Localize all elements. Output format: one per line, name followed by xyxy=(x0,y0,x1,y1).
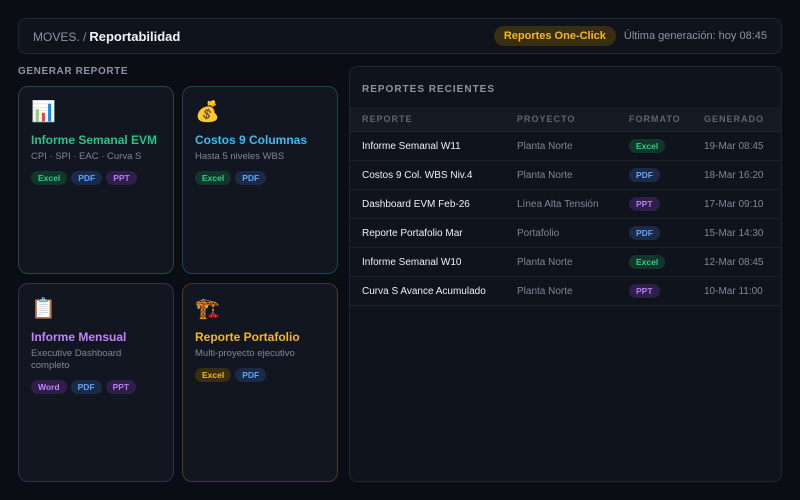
generated-time: 19-Mar 08:45 xyxy=(704,140,764,152)
format-tag-ppt[interactable]: PPT xyxy=(105,380,137,394)
table-row[interactable]: Costos 9 Col. WBS Niv.4 Planta Norte PDF… xyxy=(350,161,781,190)
project-name: Planta Norte xyxy=(517,169,573,181)
report-name: Dashboard EVM Feb-26 xyxy=(362,198,470,210)
format-cell: Excel xyxy=(629,132,666,160)
card-subtitle: Multi-proyecto ejecutivo xyxy=(195,348,295,359)
crane-icon: 🏗️ xyxy=(195,298,220,320)
format-tag-word[interactable]: Word xyxy=(31,380,67,394)
top-header: MOVES. / Reportabilidad Reportes One-Clic… xyxy=(18,18,782,54)
format-cell: Excel xyxy=(629,248,666,276)
generated-time: 15-Mar 14:30 xyxy=(704,227,764,239)
generate-card[interactable]: 📊 Informe Semanal EVM CPI · SPI · EAC · … xyxy=(18,86,174,274)
recent-reports-panel: REPORTES RECIENTES REPORTE PROYECTO FORM… xyxy=(349,66,782,482)
format-cell: PDF xyxy=(629,219,660,247)
column-header: FORMATO xyxy=(629,114,681,124)
column-header: GENERADO xyxy=(704,114,765,124)
report-name: Informe Semanal W10 xyxy=(362,256,462,268)
format-cell: PDF xyxy=(629,161,660,189)
project-name: Planta Norte xyxy=(517,256,573,268)
generated-time: 12-Mar 08:45 xyxy=(704,256,764,268)
format-tag-pdf[interactable]: PDF xyxy=(235,368,267,382)
format-tag-pdf[interactable]: PDF xyxy=(71,171,103,185)
table-header: REPORTE PROYECTO FORMATO GENERADO xyxy=(350,107,781,132)
clipboard-icon: 📋 xyxy=(31,298,56,320)
card-subtitle: Hasta 5 niveles WBS xyxy=(195,151,285,162)
table-row[interactable]: Informe Semanal W10 Planta Norte Excel 1… xyxy=(350,248,781,277)
report-name: Reporte Portafolio Mar xyxy=(362,227,463,239)
generate-card[interactable]: 💰 Costos 9 Columnas Hasta 5 niveles WBS … xyxy=(182,86,338,274)
project-name: Planta Norte xyxy=(517,140,573,152)
card-title: Reporte Portafolio xyxy=(195,330,300,344)
format-badge[interactable]: PDF xyxy=(629,226,660,240)
format-tag-pdf[interactable]: PDF xyxy=(235,171,267,185)
format-tag-ppt[interactable]: PPT xyxy=(106,171,137,185)
generated-time: 18-Mar 16:20 xyxy=(704,169,764,181)
format-tag-pdf[interactable]: PDF xyxy=(70,380,102,394)
project-name: Portafolio xyxy=(517,227,560,239)
format-badge[interactable]: Excel xyxy=(629,255,666,269)
format-badge[interactable]: PDF xyxy=(629,168,660,182)
format-badge[interactable]: PPT xyxy=(629,197,660,211)
column-header: PROYECTO xyxy=(517,114,576,124)
format-tag-excel[interactable]: Excel xyxy=(195,368,232,382)
bar-chart-icon: 📊 xyxy=(31,101,56,123)
column-header: REPORTE xyxy=(362,114,413,124)
project-name: Planta Norte xyxy=(517,285,573,297)
table-row[interactable]: Curva S Avance Acumulado Planta Norte PP… xyxy=(350,277,781,306)
project-name: Línea Alta Tensión xyxy=(517,198,599,210)
format-badge[interactable]: PPT xyxy=(629,284,660,298)
table-row[interactable]: Dashboard EVM Feb-26 Línea Alta Tensión … xyxy=(350,190,781,219)
report-name: Curva S Avance Acumulado xyxy=(362,285,486,297)
card-subtitle: CPI · SPI · EAC · Curva S xyxy=(31,151,142,162)
page-title: Reportabilidad xyxy=(89,28,181,44)
generate-card[interactable]: 🏗️ Reporte Portafolio Multi-proyecto eje… xyxy=(182,283,338,482)
report-name: Informe Semanal W11 xyxy=(362,140,461,152)
table-row[interactable]: Reporte Portafolio Mar Portafolio PDF 15… xyxy=(350,219,781,248)
format-tag-excel[interactable]: Excel xyxy=(195,171,232,185)
format-cell: PPT xyxy=(629,190,660,218)
panel-title: REPORTES RECIENTES xyxy=(362,84,496,95)
card-title: Costos 9 Columnas xyxy=(195,133,308,147)
generated-time: 10-Mar 11:00 xyxy=(704,285,763,297)
format-badge[interactable]: Excel xyxy=(629,139,666,153)
report-name: Costos 9 Col. WBS Niv.4 xyxy=(362,169,473,181)
card-subtitle: Executive Dashboard completo xyxy=(31,348,122,371)
format-tag-excel[interactable]: Excel xyxy=(31,171,68,185)
card-title: Informe Semanal EVM xyxy=(31,133,158,147)
last-generation-text: Última generación: hoy 08:45 xyxy=(623,30,767,42)
breadcrumb-root[interactable]: MOVES. / xyxy=(33,30,86,44)
money-bag-icon: 💰 xyxy=(195,101,220,123)
breadcrumb: MOVES. / Reportabilidad xyxy=(33,29,180,44)
table-row[interactable]: Informe Semanal W11 Planta Norte Excel 1… xyxy=(350,132,781,161)
section-label: GENERAR REPORTE xyxy=(18,66,129,77)
card-title: Informe Mensual xyxy=(31,330,127,344)
one-click-badge: Reportes One-Click xyxy=(493,26,616,46)
generate-card[interactable]: 📋 Informe Mensual Executive Dashboard co… xyxy=(18,283,174,482)
generated-time: 17-Mar 09:10 xyxy=(704,198,764,210)
format-cell: PPT xyxy=(629,277,660,305)
